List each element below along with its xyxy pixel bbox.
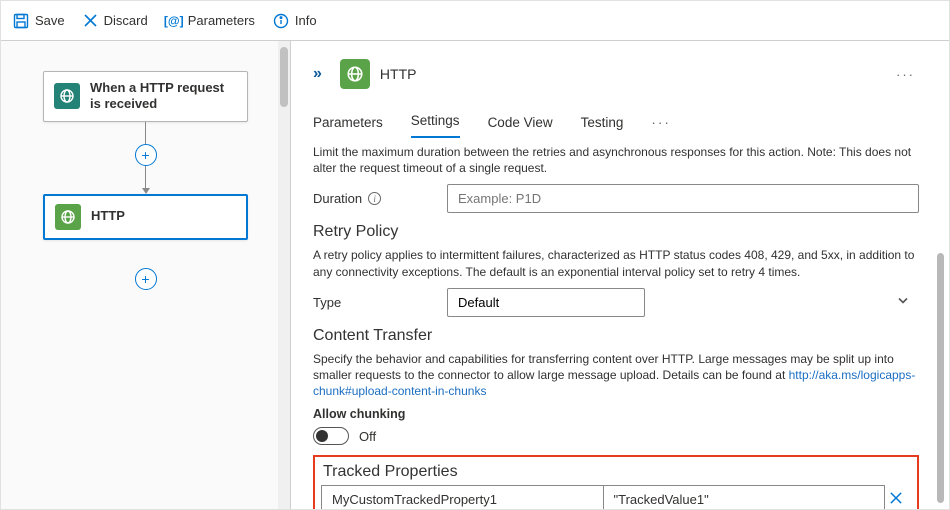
info-button[interactable]: Info <box>273 13 317 29</box>
content-transfer-description: Specify the behavior and capabilities fo… <box>313 351 919 400</box>
allow-chunking-state: Off <box>359 429 376 444</box>
tracked-value-cell[interactable]: "TrackedValue1" <box>603 486 885 509</box>
parameters-button[interactable]: [@] Parameters <box>166 13 255 29</box>
tracked-properties-callout: Tracked Properties MyCustomTrackedProper… <box>313 455 919 509</box>
connector: + <box>135 122 157 194</box>
duration-label: Duration i <box>313 191 433 206</box>
tab-overflow-button[interactable]: ··· <box>651 109 671 138</box>
limit-description: Limit the maximum duration between the r… <box>313 144 919 176</box>
canvas-scrollbar[interactable] <box>278 41 290 509</box>
discard-button[interactable]: Discard <box>83 13 148 28</box>
http-trigger-icon <box>54 83 80 109</box>
parameters-label: Parameters <box>188 13 255 28</box>
action-detail-panel: » HTTP ··· Parameters Settings Code View… <box>291 41 949 509</box>
insert-step-button[interactable]: + <box>135 144 157 166</box>
save-label: Save <box>35 13 65 28</box>
http-action-icon <box>340 59 370 89</box>
trigger-node[interactable]: When a HTTP request is received <box>43 71 248 122</box>
tracked-properties-table: MyCustomTrackedProperty1 "TrackedValue1"… <box>321 485 885 509</box>
save-icon <box>13 13 29 29</box>
discard-label: Discard <box>104 13 148 28</box>
tracked-properties-title: Tracked Properties <box>323 463 911 481</box>
info-icon <box>273 13 289 29</box>
panel-title: HTTP <box>380 66 417 82</box>
collapse-panel-button[interactable]: » <box>313 65 322 83</box>
parameters-icon: [@] <box>166 13 182 29</box>
info-icon[interactable]: i <box>368 192 381 205</box>
scrollbar-thumb[interactable] <box>937 253 944 503</box>
panel-more-button[interactable]: ··· <box>892 67 919 82</box>
table-row: MyCustomTrackedProperty1 "TrackedValue1" <box>322 486 885 509</box>
detail-tabs: Parameters Settings Code View Testing ··… <box>313 107 919 138</box>
duration-input[interactable] <box>447 184 919 213</box>
content-transfer-title: Content Transfer <box>313 327 919 345</box>
allow-chunking-toggle[interactable] <box>313 427 349 445</box>
http-action-title: HTTP <box>91 208 125 224</box>
retry-policy-title: Retry Policy <box>313 223 919 241</box>
save-button[interactable]: Save <box>13 13 65 29</box>
retry-type-label: Type <box>313 295 433 310</box>
tab-settings[interactable]: Settings <box>411 107 460 138</box>
scrollbar-thumb[interactable] <box>280 47 288 107</box>
trigger-title: When a HTTP request is received <box>90 80 237 113</box>
close-icon <box>83 13 98 28</box>
detail-scrollbar[interactable] <box>935 191 945 503</box>
add-step-button[interactable]: + <box>135 268 157 290</box>
tracked-key-cell[interactable]: MyCustomTrackedProperty1 <box>322 486 604 509</box>
http-action-icon <box>55 204 81 230</box>
http-action-node[interactable]: HTTP <box>43 194 248 240</box>
allow-chunking-label: Allow chunking <box>313 407 919 421</box>
chevron-down-icon <box>897 295 909 310</box>
workflow-canvas[interactable]: When a HTTP request is received + HTTP + <box>1 41 291 509</box>
command-bar: Save Discard [@] Parameters Info <box>1 1 949 41</box>
tab-testing[interactable]: Testing <box>581 109 624 138</box>
info-label: Info <box>295 13 317 28</box>
tab-parameters[interactable]: Parameters <box>313 109 383 138</box>
tab-code-view[interactable]: Code View <box>488 109 553 138</box>
remove-tracked-property-button[interactable] <box>885 487 907 509</box>
retry-type-select[interactable] <box>447 288 645 317</box>
retry-policy-description: A retry policy applies to intermittent f… <box>313 247 919 279</box>
